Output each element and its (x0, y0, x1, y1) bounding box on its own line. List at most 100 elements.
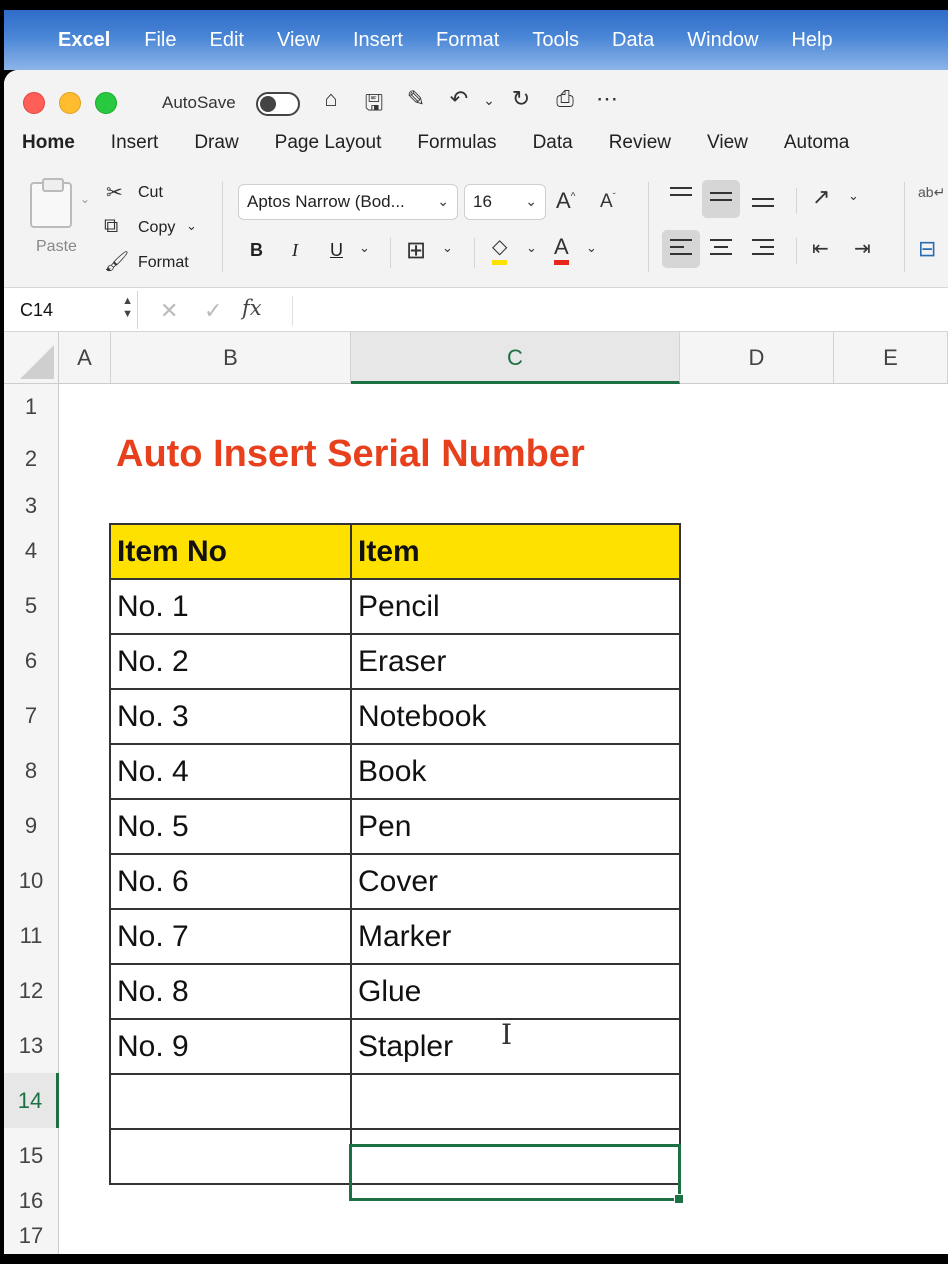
cell-item[interactable]: Pen (350, 798, 681, 855)
increase-indent-icon[interactable]: ⇥ (854, 236, 871, 261)
name-box[interactable]: C14 ▲ ▼ (8, 291, 138, 329)
row-header-3[interactable]: 3 (4, 488, 59, 523)
row-header-11[interactable]: 11 (4, 908, 59, 963)
borders-icon[interactable]: ⊞ (406, 236, 426, 265)
scissors-icon[interactable]: ✂ (106, 180, 123, 205)
format-painter-icon[interactable]: 🖌 (104, 249, 129, 274)
cell-item[interactable]: Stapler (350, 1018, 681, 1075)
cell-item-no[interactable]: No. 6 (109, 853, 352, 910)
menu-data[interactable]: Data (612, 29, 654, 52)
paste-icon[interactable] (30, 178, 72, 228)
fill-color-icon[interactable]: ◇ (492, 234, 508, 265)
column-header-a[interactable]: A (59, 332, 111, 384)
cell-item-no[interactable]: No. 4 (109, 743, 352, 800)
align-left-button[interactable] (662, 230, 700, 268)
menu-format[interactable]: Format (436, 29, 499, 52)
underline-chevron-icon[interactable]: ⌄ (359, 240, 370, 256)
row-header-14[interactable]: 14 (4, 1073, 59, 1128)
tab-formulas[interactable]: Formulas (417, 132, 496, 166)
row-header-5[interactable]: 5 (4, 578, 59, 633)
tab-insert[interactable]: Insert (111, 132, 159, 166)
minimize-window-button[interactable] (59, 92, 81, 114)
tab-data[interactable]: Data (533, 132, 573, 166)
cell-item-no[interactable]: No. 8 (109, 963, 352, 1020)
cell-item-no[interactable]: No. 3 (109, 688, 352, 745)
row-header-12[interactable]: 12 (4, 963, 59, 1018)
cell-item[interactable] (350, 1073, 681, 1130)
menu-help[interactable]: Help (791, 29, 832, 52)
tab-view[interactable]: View (707, 132, 748, 166)
fill-color-chevron-icon[interactable]: ⌄ (526, 240, 537, 256)
cell-item-no[interactable]: No. 1 (109, 578, 352, 635)
cell-item-no[interactable]: No. 5 (109, 798, 352, 855)
zoom-window-button[interactable] (95, 92, 117, 114)
cut-button[interactable]: Cut (138, 184, 163, 202)
decrease-font-size-icon[interactable]: Aˇ (600, 191, 616, 213)
cell-item[interactable]: Notebook (350, 688, 681, 745)
cell-item-no[interactable] (109, 1128, 352, 1185)
paste-label[interactable]: Paste (36, 238, 77, 256)
tab-review[interactable]: Review (609, 132, 671, 166)
align-middle-button[interactable] (702, 180, 740, 218)
menu-file[interactable]: File (144, 29, 176, 52)
close-window-button[interactable] (23, 92, 45, 114)
align-top-button[interactable] (662, 180, 700, 218)
home-icon[interactable]: ⌂ (316, 86, 346, 112)
cell-item-no[interactable]: No. 2 (109, 633, 352, 690)
align-center-button[interactable] (702, 230, 740, 268)
underline-button[interactable]: U (330, 240, 343, 261)
font-color-icon[interactable]: A (554, 234, 569, 265)
paste-chevron-icon[interactable]: ⌄ (80, 192, 90, 206)
redo-icon[interactable]: ↻ (506, 86, 536, 112)
cell-item[interactable]: Glue (350, 963, 681, 1020)
more-icon[interactable]: ⋯ (592, 86, 622, 112)
copy-icon[interactable]: ⧉ (104, 215, 118, 238)
cancel-formula-icon[interactable]: ✕ (160, 298, 178, 324)
align-bottom-button[interactable] (744, 180, 782, 218)
save-as-icon[interactable]: ✎ (401, 86, 431, 112)
tab-home[interactable]: Home (22, 132, 75, 176)
font-color-chevron-icon[interactable]: ⌄ (586, 240, 597, 256)
cell-item[interactable]: Marker (350, 908, 681, 965)
tab-draw[interactable]: Draw (194, 132, 238, 166)
row-header-1[interactable]: 1 (4, 384, 59, 430)
name-box-stepper-icon[interactable]: ▲ ▼ (122, 295, 133, 321)
format-painter-button[interactable]: Format (138, 254, 189, 272)
cell-item-no[interactable] (109, 1073, 352, 1130)
cell-item[interactable] (350, 1128, 681, 1185)
copy-chevron-icon[interactable]: ⌄ (186, 218, 197, 234)
font-name-select[interactable]: Aptos Narrow (Bod... ⌄ (238, 184, 458, 220)
wrap-text-icon[interactable]: ab↵ (918, 184, 945, 201)
menu-edit[interactable]: Edit (210, 29, 244, 52)
column-header-d[interactable]: D (680, 332, 834, 384)
column-header-e[interactable]: E (834, 332, 948, 384)
column-header-b[interactable]: B (111, 332, 351, 384)
row-header-13[interactable]: 13 (4, 1018, 59, 1073)
cell-item[interactable]: Cover (350, 853, 681, 910)
align-right-button[interactable] (744, 230, 782, 268)
decrease-indent-icon[interactable]: ⇤ (812, 236, 829, 261)
row-header-6[interactable]: 6 (4, 633, 59, 688)
row-header-7[interactable]: 7 (4, 688, 59, 743)
menu-insert[interactable]: Insert (353, 29, 403, 52)
insert-function-button[interactable]: fx (242, 296, 262, 320)
header-cell-item[interactable]: Item (350, 523, 681, 580)
row-header-15[interactable]: 15 (4, 1128, 59, 1183)
menu-window[interactable]: Window (687, 29, 758, 52)
print-icon[interactable]: ⎙ (550, 86, 580, 112)
save-icon[interactable]: 🖫 (359, 86, 389, 124)
row-header-10[interactable]: 10 (4, 853, 59, 908)
formula-input[interactable] (292, 296, 942, 326)
cell-item[interactable]: Book (350, 743, 681, 800)
row-header-8[interactable]: 8 (4, 743, 59, 798)
row-header-17[interactable]: 17 (4, 1218, 59, 1254)
borders-chevron-icon[interactable]: ⌄ (442, 240, 453, 256)
font-size-select[interactable]: 16 ⌄ (464, 184, 546, 220)
row-header-2[interactable]: 2 (4, 430, 59, 488)
italic-button[interactable]: I (292, 240, 298, 261)
cell-item-no[interactable]: No. 9 (109, 1018, 352, 1075)
tab-automate[interactable]: Automa (784, 132, 849, 166)
merge-cells-icon[interactable]: ⊟ (918, 236, 936, 262)
menu-app-excel[interactable]: Excel (58, 29, 110, 52)
sheet-title-cell[interactable]: Auto Insert Serial Number (116, 433, 585, 476)
